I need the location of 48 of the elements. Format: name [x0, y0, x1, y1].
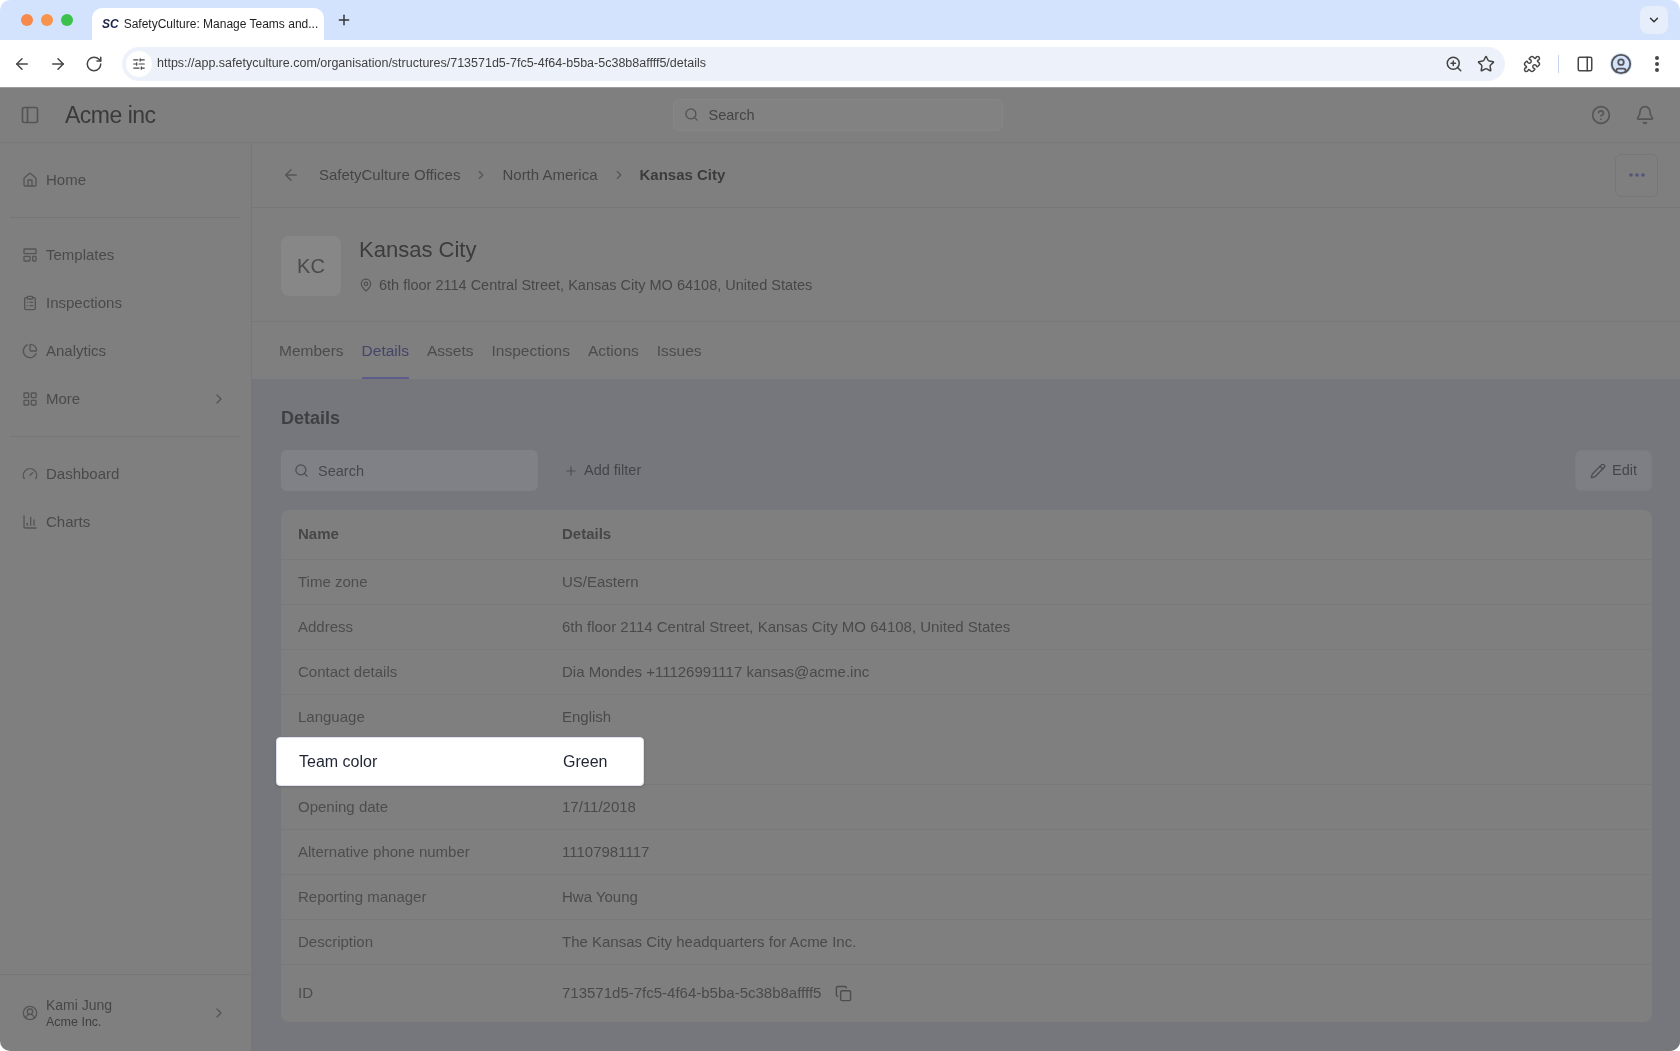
organisation-name: Acme Inc. — [46, 1013, 103, 1031]
gauge-icon — [22, 466, 38, 482]
row-value: Green — [563, 751, 608, 772]
search-field[interactable]: Search — [672, 99, 1003, 131]
location-pin-icon — [359, 278, 373, 292]
bookmark-star-icon[interactable] — [1477, 54, 1495, 73]
team-name: Kansas City — [359, 236, 478, 264]
avatar-icon — [1610, 52, 1632, 75]
sidebar-toggle-icon[interactable] — [20, 105, 40, 125]
puzzle-icon — [1523, 54, 1541, 73]
address-bar[interactable]: https://app.safetyculture.com/organisation/structures/713571d5-7fc5-4f64-b5ba-5c38b8affff5/details — [122, 46, 1505, 81]
edit-button[interactable]: Edit — [1575, 450, 1652, 491]
row-label: Team color — [299, 751, 379, 772]
new-tab-icon[interactable] — [336, 12, 352, 28]
pencil-icon — [1590, 462, 1606, 479]
copy-icon — [834, 985, 852, 1002]
pie-chart-icon — [22, 343, 38, 359]
company-logo: Acme inc — [65, 100, 156, 130]
site-settings-icon[interactable] — [126, 50, 152, 77]
search-field[interactable]: Search — [281, 450, 538, 491]
team-address: 6th floor 2114 Central Street, Kansas City MO 64108, United States — [379, 276, 813, 295]
team-avatar: KC — [281, 236, 341, 296]
site-logo: SC — [102, 18, 119, 30]
grid-icon — [22, 391, 38, 407]
search-icon — [683, 107, 699, 122]
search-icon — [294, 463, 309, 478]
zoom-icon[interactable] — [1445, 54, 1463, 73]
reload-icon — [85, 54, 103, 73]
plus-icon — [564, 463, 578, 478]
panel-icon — [1576, 54, 1594, 73]
user-avatar-icon — [22, 1005, 38, 1021]
browser-tab[interactable]: SC SafetyCulture: Manage Teams and... — [92, 8, 324, 40]
url-text: https://app.safetyculture.com/organisation/structures/713571d5-7fc5-4f64-b5ba-5c38b8affff5/details — [157, 55, 706, 73]
layout-icon — [22, 247, 38, 263]
section-heading: Details — [281, 407, 342, 430]
breadcrumb-link[interactable]: Kansas City — [639, 163, 726, 187]
breadcrumb-link[interactable]: SafetyCulture Offices — [319, 163, 461, 187]
column-header: Details — [562, 524, 612, 545]
ellipsis-icon — [1628, 173, 1645, 177]
tab-title: SafetyCulture: Manage Teams and... — [123, 16, 319, 33]
column-header: Name — [298, 524, 340, 545]
breadcrumb-link[interactable]: North America — [502, 163, 598, 187]
user-name: Kami Jung — [46, 995, 113, 1014]
user-menu[interactable]: Kami Jung Acme Inc. — [0, 974, 251, 1051]
clipboard-icon — [22, 295, 38, 311]
kebab-menu-icon — [1655, 55, 1659, 72]
bar-chart-icon — [22, 514, 38, 530]
home-icon — [22, 172, 38, 188]
